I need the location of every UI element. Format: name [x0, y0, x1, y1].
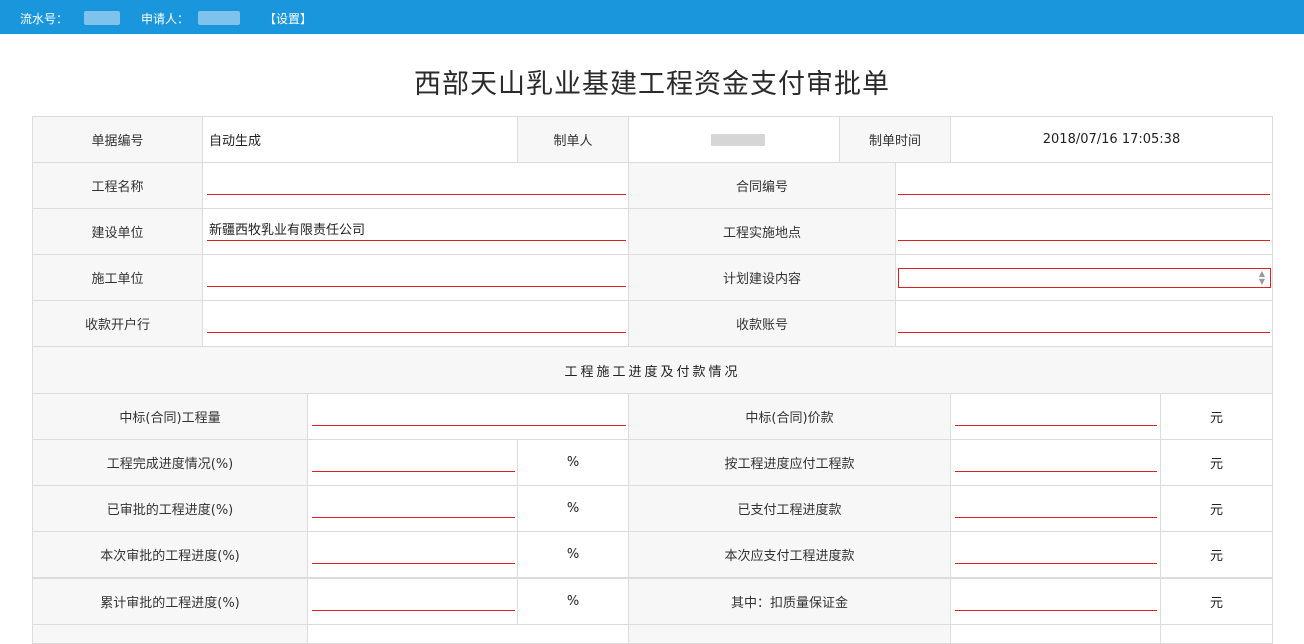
paid-progress-input[interactable] — [955, 494, 1157, 518]
top-bar: 流水号： 申请人： 【设置】 — [0, 0, 1304, 34]
progress-right-label-5: 其中：扣质量保证金 — [628, 578, 951, 625]
plan-content-textarea[interactable] — [898, 268, 1271, 288]
progress-section-title: 工程施工进度及付款情况 — [32, 346, 1273, 394]
payee-bank-input[interactable] — [207, 309, 626, 333]
doc-number-label: 单据编号 — [32, 116, 203, 163]
completion-progress-input[interactable] — [312, 448, 515, 472]
site-input[interactable] — [898, 217, 1270, 241]
builder-unit-label: 建设单位 — [32, 208, 203, 255]
unit-percent-5: % — [517, 578, 629, 625]
unit-cell-6-partial — [1160, 624, 1273, 644]
progress-left-cell-6-partial — [307, 624, 629, 644]
settings-link[interactable]: 【设置】 — [264, 10, 312, 27]
serial-number-label: 流水号： — [20, 12, 69, 26]
progress-label-2: 工程完成进度情况(%) — [32, 439, 308, 486]
creator-label: 制单人 — [517, 116, 629, 163]
progress-right-label-4: 本次应支付工程进度款 — [628, 531, 951, 578]
created-time-label: 制单时间 — [839, 116, 951, 163]
construction-unit-input[interactable] — [207, 263, 626, 287]
progress-right-label-6-partial — [628, 624, 951, 644]
progress-right-label-2: 按工程进度应付工程款 — [628, 439, 951, 486]
progress-right-cell-6-partial — [950, 624, 1161, 644]
plan-content-label: 计划建设内容 — [628, 254, 896, 301]
payee-bank-label: 收款开户行 — [32, 300, 203, 347]
unit-yuan-1: 元 — [1160, 393, 1273, 440]
unit-yuan-5: 元 — [1160, 578, 1273, 625]
contract-quantity-input[interactable] — [312, 402, 626, 426]
project-name-input[interactable] — [207, 171, 626, 195]
applicant-value — [198, 11, 240, 25]
doc-number-value: 自动生成 — [202, 116, 518, 163]
creator-value-cell — [628, 116, 840, 163]
builder-unit-input[interactable] — [207, 217, 626, 241]
textarea-spinner-icon[interactable]: ▲ ▼ — [1257, 270, 1267, 286]
progress-label-3: 已审批的工程进度(%) — [32, 485, 308, 532]
payable-by-progress-input[interactable] — [955, 448, 1157, 472]
creator-value — [711, 134, 765, 146]
contract-number-input[interactable] — [898, 171, 1270, 195]
progress-label-6-partial — [32, 624, 308, 644]
project-name-label: 工程名称 — [32, 162, 203, 209]
contract-number-label: 合同编号 — [628, 162, 896, 209]
unit-percent-4: % — [517, 531, 629, 578]
unit-yuan-3: 元 — [1160, 485, 1273, 532]
construction-unit-label: 施工单位 — [32, 254, 203, 301]
site-label: 工程实施地点 — [628, 208, 896, 255]
progress-right-label-3: 已支付工程进度款 — [628, 485, 951, 532]
progress-label-1: 中标(合同)工程量 — [32, 393, 308, 440]
unit-yuan-4: 元 — [1160, 531, 1273, 578]
cumulative-progress-input[interactable] — [312, 587, 515, 611]
created-time-value: 2018/07/16 17:05:38 — [950, 116, 1273, 163]
contract-price-input[interactable] — [955, 402, 1157, 426]
progress-label-5: 累计审批的工程进度(%) — [32, 578, 308, 625]
payee-account-label: 收款账号 — [628, 300, 896, 347]
unit-yuan-2: 元 — [1160, 439, 1273, 486]
current-approved-progress-input[interactable] — [312, 540, 515, 564]
serial-number-value — [84, 11, 120, 25]
payee-account-input[interactable] — [898, 309, 1270, 333]
applicant-label: 申请人： — [141, 12, 190, 26]
page-title: 西部天山乳业基建工程资金支付审批单 — [414, 69, 890, 100]
unit-percent-3: % — [517, 485, 629, 532]
progress-label-4: 本次审批的工程进度(%) — [32, 531, 308, 578]
unit-percent-2: % — [517, 439, 629, 486]
approved-progress-input[interactable] — [312, 494, 515, 518]
quality-deposit-input[interactable] — [955, 587, 1157, 611]
progress-right-label-1: 中标(合同)价款 — [628, 393, 951, 440]
current-payable-input[interactable] — [955, 540, 1157, 564]
